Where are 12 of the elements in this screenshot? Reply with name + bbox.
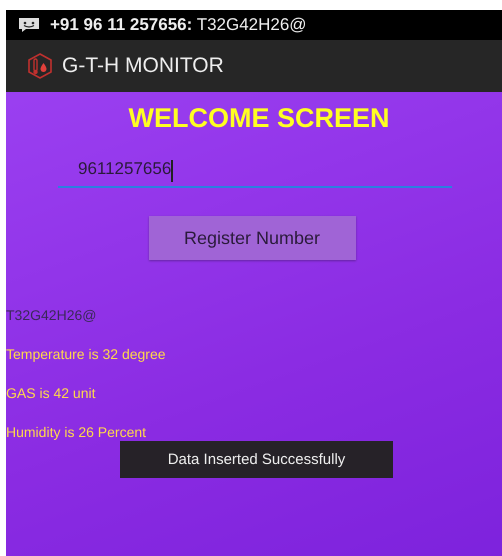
sensor-logo-icon <box>26 52 54 80</box>
phone-input-field[interactable]: 9611257656 <box>58 152 452 188</box>
message-text: T32G42H26@ <box>6 306 98 325</box>
notification-text: +91 96 11 257656: T32G42H26@ <box>50 15 307 35</box>
reading-text: Temperature is 32 degree <box>6 345 167 364</box>
register-button[interactable]: Register Number <box>148 216 356 260</box>
message-icon <box>18 17 40 33</box>
reading-text: GAS is 42 unit <box>6 384 96 403</box>
reading-text: Humidity is 26 Percent <box>6 423 148 442</box>
screen-heading: WELCOME SCREEN <box>127 103 390 134</box>
app-title: G-T-H MONITOR <box>62 54 224 78</box>
toast-message: Data Inserted Successfully <box>120 441 393 478</box>
